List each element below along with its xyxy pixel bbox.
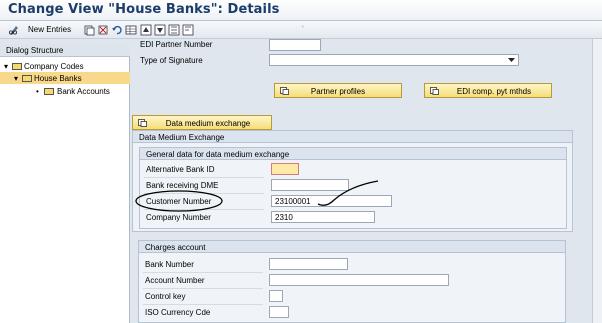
undo-icon[interactable] <box>111 24 123 36</box>
edi-comp-label: EDI comp. pyt mthds <box>456 87 532 96</box>
dialog-structure-title: Dialog Structure <box>6 46 64 55</box>
copy-icon[interactable] <box>83 24 95 36</box>
tree-item-label: Bank Accounts <box>57 87 110 96</box>
alt-bank-label: Alternative Bank ID <box>146 165 215 174</box>
iso-currency-field[interactable] <box>269 306 289 318</box>
new-entries-button[interactable]: New Entries <box>28 25 71 34</box>
pencil-glasses-icon[interactable] <box>8 24 20 36</box>
bullet-icon: • <box>36 87 39 96</box>
charges-account-title: Charges account <box>145 243 206 252</box>
control-key-label: Control key <box>145 292 186 301</box>
dme-button-label: Data medium exchange <box>165 119 251 128</box>
alt-bank-field[interactable] <box>271 163 299 175</box>
charges-account-group: Charges account Bank Number Account Numb… <box>138 240 566 323</box>
customer-number-label: Customer Number <box>146 197 212 206</box>
general-dme-header: General data for data medium exchange <box>140 148 566 160</box>
bank-receiving-field[interactable] <box>271 179 349 191</box>
row-divider <box>143 288 263 289</box>
partner-profiles-button[interactable]: Partner profiles <box>274 83 402 98</box>
company-number-field[interactable]: 2310 <box>271 211 375 223</box>
chevron-down-icon[interactable] <box>508 57 515 63</box>
toolbar-separator-mark: ʼ <box>302 25 304 34</box>
folder-open-icon <box>22 75 32 82</box>
dialog-structure-header: Dialog Structure <box>0 44 130 57</box>
vertical-scrollbar[interactable] <box>592 39 602 323</box>
delete-icon[interactable] <box>97 24 109 36</box>
signature-dropdown[interactable] <box>269 54 519 66</box>
tree-item-bank-accounts[interactable]: • Bank Accounts <box>0 85 130 97</box>
title-bar: Change View "House Banks": Details <box>0 0 602 21</box>
iso-currency-label: ISO Currency Cde <box>145 308 211 317</box>
row-divider <box>143 272 263 273</box>
row-divider <box>144 177 264 178</box>
row-divider <box>144 193 264 194</box>
data-medium-exchange-button[interactable]: Data medium exchange <box>132 115 272 130</box>
edi-partner-label: EDI Partner Number <box>140 40 213 49</box>
bank-number-field[interactable] <box>269 258 348 270</box>
edi-comp-pyt-mthds-button[interactable]: EDI comp. pyt mthds <box>424 83 552 98</box>
window-title: Change View "House Banks": Details <box>8 2 280 17</box>
tree-item-label: Company Codes <box>24 62 84 71</box>
signature-label: Type of Signature <box>140 56 203 65</box>
tree-item-house-banks[interactable]: ▾ House Banks <box>0 72 130 84</box>
general-dme-title: General data for data medium exchange <box>146 150 290 159</box>
bank-receiving-label: Bank receiving DME <box>146 181 219 190</box>
tree-item-company-codes[interactable]: ▾ Company Codes <box>0 60 130 72</box>
dme-section-title: Data Medium Exchange <box>139 133 225 142</box>
select-all-icon[interactable] <box>168 24 180 36</box>
dialog-structure-pane: Dialog Structure ▾ Company Codes ▾ House… <box>0 44 130 323</box>
tree-item-label: House Banks <box>34 74 82 83</box>
customer-number-field[interactable]: 23100001 <box>271 195 392 207</box>
partner-profiles-label: Partner profiles <box>310 87 366 96</box>
application-toolbar: New Entries ʼ <box>0 21 602 39</box>
edi-partner-field[interactable] <box>269 39 321 51</box>
account-number-label: Account Number <box>145 276 205 285</box>
table-icon[interactable] <box>125 24 137 36</box>
row-divider <box>143 304 263 305</box>
control-key-field[interactable] <box>269 290 283 302</box>
bank-number-label: Bank Number <box>145 260 194 269</box>
company-number-label: Company Number <box>146 213 211 222</box>
general-dme-group: General data for data medium exchange Al… <box>139 147 567 229</box>
next-entry-icon[interactable] <box>154 24 166 36</box>
deselect-icon[interactable] <box>182 24 194 36</box>
account-number-field[interactable] <box>269 274 449 286</box>
detail-pane: EDI Partner Number Type of Signature Par… <box>131 39 602 323</box>
charges-account-header: Charges account <box>139 241 565 253</box>
row-divider <box>144 209 264 210</box>
expand-arrow-icon[interactable]: ▾ <box>14 74 18 83</box>
folder-icon <box>44 88 54 95</box>
dme-section: Data Medium Exchange General data for da… <box>132 130 573 232</box>
folder-icon <box>12 63 22 70</box>
dme-section-header: Data Medium Exchange <box>133 131 572 143</box>
expand-arrow-icon[interactable]: ▾ <box>4 62 8 71</box>
previous-entry-icon[interactable] <box>140 24 152 36</box>
